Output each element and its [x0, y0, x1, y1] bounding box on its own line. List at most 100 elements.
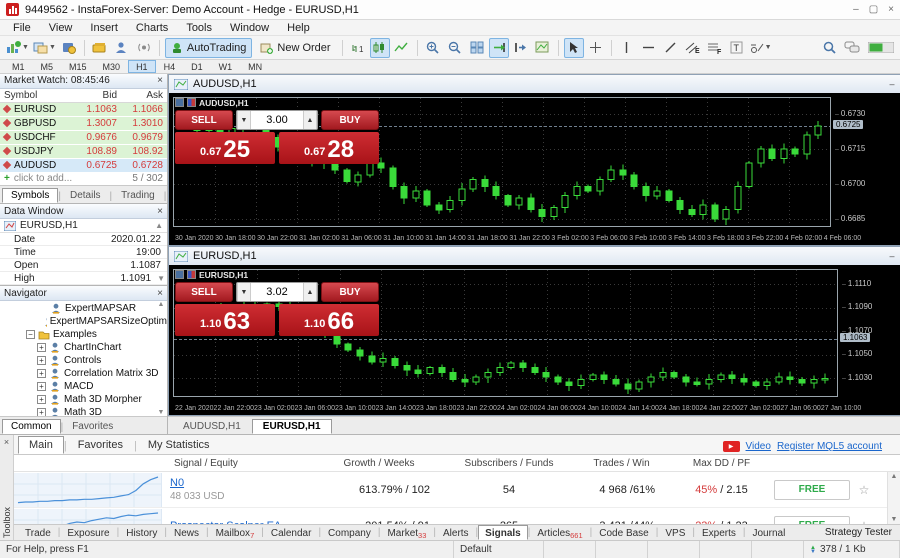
timeframe-m5[interactable]: M5: [33, 60, 62, 73]
profiles-button[interactable]: ▼: [32, 38, 57, 58]
video-link[interactable]: Video: [746, 441, 771, 452]
sell-price-box[interactable]: 0.6725: [175, 132, 275, 164]
tab-favorites[interactable]: Favorites: [63, 419, 122, 434]
tab-trading[interactable]: Trading: [112, 188, 164, 203]
buy-price-box[interactable]: 1.1066: [279, 304, 379, 336]
volume-up-icon[interactable]: ▲: [303, 111, 317, 129]
buy-button[interactable]: BUY: [321, 282, 379, 302]
signals-scrollbar[interactable]: ▲▼: [887, 472, 900, 524]
toolbox-tab-journal[interactable]: Journal: [746, 525, 793, 540]
sell-button[interactable]: SELL: [175, 282, 233, 302]
expand-icon[interactable]: +: [37, 343, 46, 352]
zoom-in-icon[interactable]: [423, 38, 443, 58]
navigator-item[interactable]: +Math 3D Morpher: [0, 393, 167, 406]
sell-button[interactable]: SELL: [175, 110, 233, 130]
payments-icon[interactable]: [90, 38, 110, 58]
timeframe-d1[interactable]: D1: [183, 60, 211, 73]
auto-scroll-icon[interactable]: [489, 38, 509, 58]
vertical-line-icon[interactable]: [617, 38, 637, 58]
timeframe-m15[interactable]: M15: [61, 60, 95, 73]
toolbox-tab-articles[interactable]: Articles661: [530, 525, 589, 540]
signal-name-link[interactable]: N0: [170, 477, 224, 489]
signal-name-link[interactable]: Prospector Scalper EA: [170, 520, 281, 525]
menu-item-tools[interactable]: Tools: [177, 22, 221, 34]
crosshair-icon[interactable]: [586, 38, 606, 58]
volume-stepper[interactable]: ▼3.02▲: [236, 282, 318, 302]
toolbox-tab-history[interactable]: History: [119, 525, 164, 540]
market-watch-row[interactable]: GBPUSD1.30071.3010: [0, 117, 167, 131]
market-watch-row[interactable]: USDJPY108.89108.92: [0, 145, 167, 159]
buy-button[interactable]: BUY: [321, 110, 379, 130]
chart-window-titlebar[interactable]: AUDUSD,H1 –▢×: [169, 75, 900, 93]
chat-icon[interactable]: [844, 41, 860, 54]
text-label-icon[interactable]: T: [727, 38, 747, 58]
timeframe-h4[interactable]: H4: [156, 60, 184, 73]
market-watch-row[interactable]: EURUSD1.10631.1066: [0, 103, 167, 117]
horizontal-line-icon[interactable]: [639, 38, 659, 58]
navigator-item[interactable]: +Correlation Matrix 3D: [0, 367, 167, 380]
search-icon[interactable]: [823, 41, 836, 54]
strategy-tester-tab[interactable]: Strategy Tester: [825, 527, 900, 538]
toolbox-tab-code-base[interactable]: Code Base: [592, 525, 655, 540]
favorite-star-icon[interactable]: ☆: [852, 483, 876, 497]
close-icon[interactable]: ×: [157, 75, 163, 86]
volume-down-icon[interactable]: ▼: [237, 111, 251, 129]
tab-my-statistics[interactable]: My Statistics: [137, 436, 221, 454]
menu-item-help[interactable]: Help: [278, 22, 319, 34]
timeframe-m30[interactable]: M30: [95, 60, 129, 73]
timeframe-mn[interactable]: MN: [240, 60, 270, 73]
toolbox-tab-calendar[interactable]: Calendar: [264, 525, 319, 540]
navigator-item[interactable]: +MACD: [0, 380, 167, 393]
market-watch-row[interactable]: USDCHF0.96760.9679: [0, 131, 167, 145]
toolbox-tab-alerts[interactable]: Alerts: [436, 525, 476, 540]
scroll-up-icon[interactable]: ▲: [155, 221, 163, 230]
close-icon[interactable]: ×: [157, 206, 163, 217]
community-icon[interactable]: [112, 38, 132, 58]
timeframe-w1[interactable]: W1: [211, 60, 241, 73]
navigator-item[interactable]: +Controls: [0, 354, 167, 367]
scroll-down-icon[interactable]: ▼: [157, 274, 167, 283]
new-chart-button[interactable]: ▼: [5, 38, 30, 58]
toolbox-tab-trade[interactable]: Trade: [18, 525, 58, 540]
close-icon[interactable]: ×: [4, 437, 9, 447]
zoom-out-icon[interactable]: [445, 38, 465, 58]
expand-icon[interactable]: +: [37, 408, 46, 416]
minimize-icon[interactable]: –: [890, 251, 895, 262]
tab-symbols[interactable]: Symbols: [2, 188, 58, 203]
menu-item-view[interactable]: View: [40, 22, 82, 34]
favorite-star-icon[interactable]: ☆: [852, 519, 876, 525]
chart-tab-eurusd-h1[interactable]: EURUSD,H1: [252, 419, 332, 434]
tile-windows-icon[interactable]: [467, 38, 487, 58]
close-icon[interactable]: ×: [888, 4, 894, 15]
new-order-button[interactable]: New Order: [254, 38, 336, 58]
volume-up-icon[interactable]: ▲: [303, 283, 317, 301]
navigator-item[interactable]: ExpertMAPSARSizeOptim: [0, 315, 167, 328]
equidistant-channel-icon[interactable]: E: [683, 38, 703, 58]
chart-shift-icon[interactable]: [511, 38, 531, 58]
market-watch-row[interactable]: AUDUSD0.67250.6728: [0, 159, 167, 173]
expand-icon[interactable]: +: [37, 382, 46, 391]
toolbox-tab-exposure[interactable]: Exposure: [60, 525, 116, 540]
timeframe-m1[interactable]: M1: [4, 60, 33, 73]
market-watch-add-row[interactable]: + click to add... 5 / 302: [0, 173, 167, 186]
bar-chart-icon[interactable]: 1: [348, 38, 368, 58]
expand-icon[interactable]: +: [37, 395, 46, 404]
chart-area[interactable]: 1.11101.10901.10701.10501.10301.1063EURU…: [169, 265, 900, 401]
cursor-icon[interactable]: [564, 38, 584, 58]
tab-common[interactable]: Common: [2, 419, 61, 434]
menu-item-insert[interactable]: Insert: [81, 22, 127, 34]
signal-row[interactable]: Prospector Scalper EA201.54% / 912653 43…: [14, 508, 900, 524]
toolbox-tab-vps[interactable]: VPS: [658, 525, 692, 540]
navigator-scrollbar[interactable]: ▲▼: [156, 301, 166, 416]
signal-price-button[interactable]: FREE: [774, 516, 850, 525]
close-icon[interactable]: ×: [157, 288, 163, 299]
expand-icon[interactable]: +: [37, 356, 46, 365]
menu-item-charts[interactable]: Charts: [127, 22, 177, 34]
maximize-icon[interactable]: ▢: [869, 4, 878, 15]
line-chart-icon[interactable]: [392, 38, 412, 58]
video-icon[interactable]: ▶: [723, 441, 740, 452]
menu-item-file[interactable]: File: [4, 22, 40, 34]
signal-price-button[interactable]: FREE: [774, 480, 850, 500]
signals-service-icon[interactable]: [134, 38, 154, 58]
history-center-icon[interactable]: [59, 38, 79, 58]
